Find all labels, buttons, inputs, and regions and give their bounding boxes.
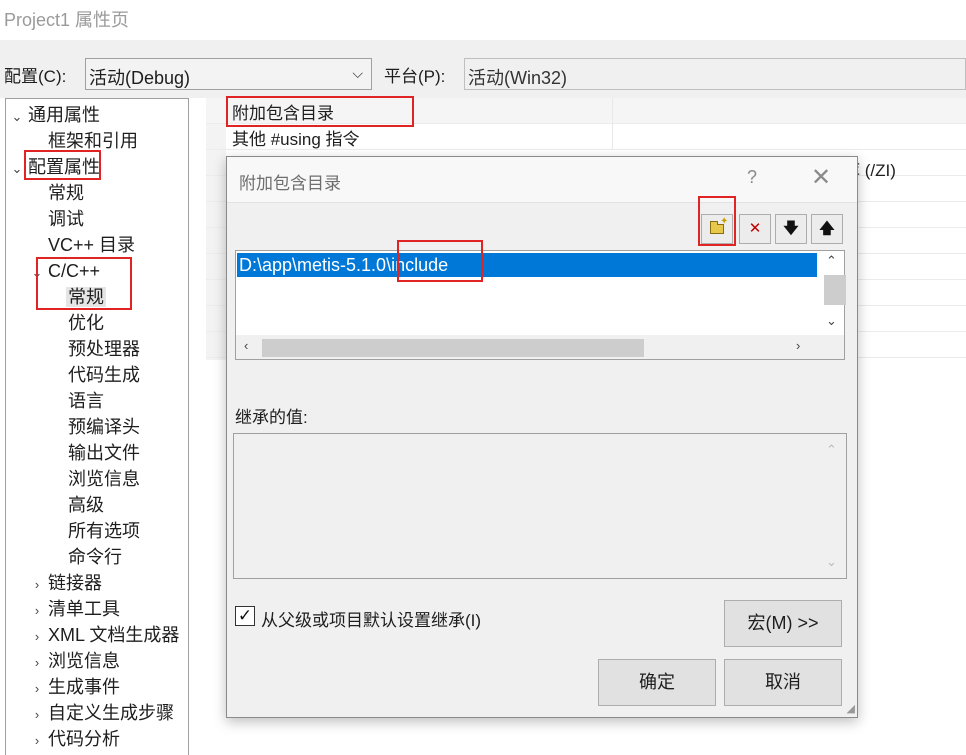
tree-item-cpp[interactable]: ⌄ C/C++ xyxy=(30,258,100,286)
config-label: 配置(C): xyxy=(4,67,67,86)
tree-item-debugging[interactable]: 调试 xyxy=(48,206,84,232)
horizontal-scrollbar[interactable]: ‹ › xyxy=(236,335,844,359)
platform-label: 平台(P): xyxy=(384,67,446,86)
chevron-right-icon[interactable]: › xyxy=(796,338,800,353)
chevron-right-icon[interactable]: › xyxy=(30,572,44,598)
delete-line-button[interactable]: ✕ xyxy=(739,214,771,244)
chevron-left-icon[interactable]: ‹ xyxy=(244,338,248,353)
tree-item-vc-directories[interactable]: VC++ 目录 xyxy=(48,232,135,258)
inherited-values-box[interactable]: ⌃ ⌄ xyxy=(233,433,847,579)
chevron-right-icon[interactable]: › xyxy=(30,728,44,754)
move-up-button[interactable]: 🡅 xyxy=(811,214,843,244)
platform-combobox[interactable]: 活动(Win32) xyxy=(464,58,966,90)
tree-item-output-files[interactable]: 输出文件 xyxy=(68,440,140,466)
chevron-down-icon[interactable]: ⌄ xyxy=(826,554,837,570)
resize-grip-icon[interactable]: ◢ xyxy=(847,702,855,715)
dialog-title: 附加包含目录 xyxy=(239,174,341,193)
chevron-down-icon[interactable]: ⌄ xyxy=(10,156,24,182)
include-dirs-list[interactable]: D:\app\metis-5.1.0\include ⌃ ⌄ ‹ › xyxy=(235,250,846,360)
list-item[interactable]: D:\app\metis-5.1.0\include xyxy=(237,253,817,277)
chevron-up-icon[interactable]: ⌃ xyxy=(826,253,837,269)
chevron-down-icon[interactable]: ⌄ xyxy=(30,260,44,286)
tree-item-precompiled-headers[interactable]: 预编译头 xyxy=(68,414,140,440)
platform-value: 活动(Win32) xyxy=(468,68,568,88)
cancel-button[interactable]: 取消 xyxy=(724,659,842,706)
new-line-button[interactable]: ✦ xyxy=(701,214,733,244)
tree-item-config-properties[interactable]: ⌄ 配置属性 xyxy=(10,154,100,182)
tree-item-advanced[interactable]: 高级 xyxy=(68,492,104,518)
grid-column-separator[interactable] xyxy=(612,98,613,150)
tree-item-custom-build-step[interactable]: › 自定义生成步骤 xyxy=(30,700,174,728)
grid-row-using-directives[interactable]: 其他 #using 指令 xyxy=(206,124,966,150)
tree-item-code-generation[interactable]: 代码生成 xyxy=(68,362,140,388)
grid-row-include-dirs[interactable]: 附加包含目录 xyxy=(206,98,966,124)
tree-item-command-line[interactable]: 命令行 xyxy=(68,544,122,570)
move-down-button[interactable]: 🡇 xyxy=(775,214,807,244)
scrollbar-thumb[interactable] xyxy=(262,339,644,357)
tree-item-xml-doc-generator[interactable]: › XML 文档生成器 xyxy=(30,622,180,650)
inherited-values-label: 继承的值: xyxy=(235,408,308,427)
window-title: Project1 属性页 xyxy=(4,10,130,30)
tree-item-build-events[interactable]: › 生成事件 xyxy=(30,674,120,702)
inherit-checkbox[interactable]: ✓ xyxy=(235,606,255,626)
sparkle-icon: ✦ xyxy=(720,216,729,227)
close-icon[interactable]: ✕ xyxy=(811,163,831,192)
help-icon[interactable]: ? xyxy=(747,167,757,188)
chevron-right-icon[interactable]: › xyxy=(30,676,44,702)
tree-item-browse-info[interactable]: 浏览信息 xyxy=(68,466,140,492)
chevron-down-icon: ⌵ xyxy=(352,65,363,81)
tree-item-linker[interactable]: › 链接器 xyxy=(30,570,102,598)
include-dirs-dialog: 附加包含目录 ? ✕ ✦ ✕ 🡇 🡅 D:\app\metis-5.1.0\in… xyxy=(226,156,858,718)
chevron-up-icon[interactable]: ⌃ xyxy=(826,442,837,458)
tree-item-code-analysis[interactable]: › 代码分析 xyxy=(30,726,120,754)
tree-item-optimization[interactable]: 优化 xyxy=(68,310,104,336)
tree-item-browse-information[interactable]: › 浏览信息 xyxy=(30,648,120,676)
ok-button[interactable]: 确定 xyxy=(598,659,716,706)
chevron-right-icon[interactable]: › xyxy=(30,624,44,650)
property-tree[interactable]: ⌄ 通用属性 框架和引用 ⌄ 配置属性 常规 调试 VC++ 目录 ⌄ C/C++ 常… xyxy=(5,98,189,755)
chevron-right-icon[interactable]: › xyxy=(30,650,44,676)
config-value: 活动(Debug) xyxy=(89,68,191,88)
scrollbar-thumb[interactable] xyxy=(824,275,846,305)
inherit-checkbox-label[interactable]: 从父级或项目默认设置继承(I) xyxy=(261,606,481,631)
tree-item-framework-references[interactable]: 框架和引用 xyxy=(48,128,138,154)
config-combobox[interactable]: 活动(Debug) ⌵ xyxy=(85,58,372,90)
tree-item-general[interactable]: 常规 xyxy=(48,180,84,206)
macro-button[interactable]: 宏(M) >> xyxy=(724,600,842,647)
chevron-down-icon[interactable]: ⌄ xyxy=(10,104,24,130)
tree-item-language[interactable]: 语言 xyxy=(68,388,104,414)
tree-item-all-options[interactable]: 所有选项 xyxy=(68,518,140,544)
chevron-down-icon[interactable]: ⌄ xyxy=(826,313,837,329)
chevron-right-icon[interactable]: › xyxy=(30,598,44,624)
chevron-right-icon[interactable]: › xyxy=(30,702,44,728)
vertical-scrollbar[interactable]: ⌃ ⌄ xyxy=(818,251,846,335)
tree-item-cpp-general[interactable]: 常规 xyxy=(66,284,106,310)
tree-item-common-properties[interactable]: ⌄ 通用属性 xyxy=(10,102,100,130)
tree-item-manifest-tool[interactable]: › 清单工具 xyxy=(30,596,120,624)
tree-item-preprocessor[interactable]: 预处理器 xyxy=(68,336,140,362)
